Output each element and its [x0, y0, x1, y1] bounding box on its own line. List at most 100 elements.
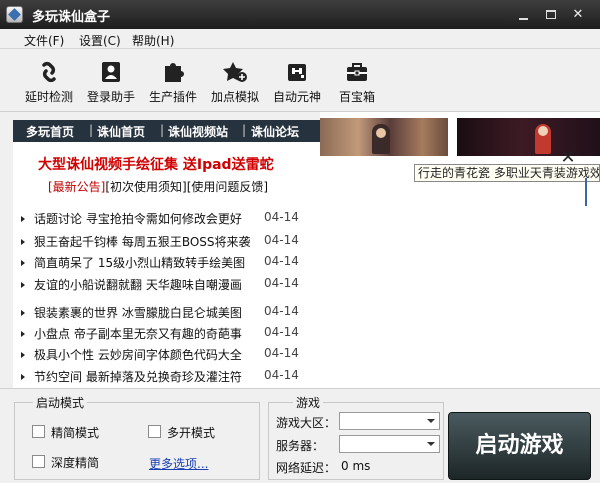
toolbox-button[interactable]: 百宝箱 [325, 60, 389, 110]
multi-open-label: 多开模式 [167, 426, 216, 440]
point-simulator-label: 加点模拟 [210, 90, 259, 104]
bullet-icon [21, 282, 25, 288]
news-sublinks: [最新公告][初次使用须知][使用问题反馈] [48, 178, 268, 195]
auto-spirit-button[interactable]: 自动元神 [265, 60, 329, 110]
news-item[interactable]: 简直萌呆了 15级小烈山精致转手绘美图 04-14 [21, 254, 305, 272]
news-item[interactable]: 极具小个性 云妙房间字体颜色代码大全 04-14 [21, 346, 305, 364]
menu-settings[interactable]: 设置(C) [79, 32, 121, 49]
chevron-down-icon [427, 419, 435, 423]
bullet-icon [21, 352, 25, 358]
game-group-title: 游戏 [293, 394, 324, 411]
news-item-title: 简直萌呆了 15级小烈山精致转手绘美图 [34, 256, 246, 270]
menu-file[interactable]: 文件(F) [24, 32, 64, 49]
bullet-icon [21, 239, 25, 245]
server-select[interactable] [339, 435, 440, 453]
nav-separator: | [89, 123, 94, 137]
news-item-title: 话题讨论 寻宝抢拍令需如何修改会更好 [34, 212, 242, 226]
nav-separator: | [160, 123, 165, 137]
window-title: 多玩诛仙盒子 [32, 10, 111, 25]
bullet-icon [21, 374, 25, 380]
region-label: 游戏大区： [276, 416, 337, 430]
nav-video-site[interactable]: 诛仙视频站 [168, 123, 228, 140]
nav-duowan-home[interactable]: 多玩首页 [26, 123, 74, 140]
app-logo-icon [6, 6, 23, 23]
news-item-date: 04-14 [264, 276, 299, 290]
news-item-date: 04-14 [264, 233, 299, 247]
lite-mode-label: 精简模式 [51, 426, 100, 440]
news-headline[interactable]: 大型诛仙视频手绘征集 送Ipad送雷蛇 [38, 154, 274, 174]
nav-separator: | [242, 123, 247, 137]
menu-bar: 文件(F) 设置(C) 帮助(H) [0, 29, 600, 49]
close-button[interactable]: ✕ [567, 6, 589, 24]
server-label: 服务器： [276, 439, 325, 453]
link-icon [35, 60, 63, 84]
puzzle-icon [159, 60, 187, 84]
news-item[interactable]: 友谊的小船说翻就翻 天华趣味自嘲漫画 04-14 [21, 276, 305, 294]
news-item[interactable]: 节约空间 最新掉落及兑换奇珍及灌注符 04-14 [21, 368, 305, 386]
news-item[interactable]: 银装素裹的世界 冰雪朦胧白昆仑城美图 04-14 [21, 304, 305, 322]
news-item-title: 小盘点 帝子副本里无奈又有趣的奇葩事 [34, 327, 242, 341]
bullet-icon [21, 331, 25, 337]
menu-help[interactable]: 帮助(H) [132, 32, 174, 49]
news-item[interactable]: 话题讨论 寻宝抢拍令需如何修改会更好 04-14 [21, 210, 305, 228]
bullet-icon [21, 310, 25, 316]
more-options-link[interactable]: 更多选项... [149, 455, 208, 472]
launch-mode-group: 启动模式 精简模式 多开模式 深度精简 更多选项... [14, 394, 260, 480]
close-icon: ✕ [572, 7, 584, 22]
minimize-icon [519, 18, 528, 20]
game-group: 游戏 游戏大区： 服务器： 网络延迟： 0 ms [268, 394, 444, 480]
toolbox-icon [343, 60, 371, 84]
news-item-date: 04-14 [264, 210, 299, 224]
point-simulator-button[interactable]: 加点模拟 [203, 60, 267, 110]
news-item[interactable]: 狠王奋起千钧棒 每周五狠王BOSS将来袭 04-14 [21, 233, 305, 251]
first-use-link[interactable]: [初次使用须知] [105, 180, 186, 194]
maximize-button[interactable] [540, 6, 562, 24]
latency-label: 网络延迟： [276, 461, 337, 475]
character-face [538, 126, 548, 136]
promo-thumbnail-1[interactable] [320, 118, 448, 156]
feedback-link[interactable]: [使用问题反馈] [187, 180, 268, 194]
star-plus-icon [221, 60, 249, 84]
news-item-date: 04-14 [264, 304, 299, 318]
nav-zhuxian-home[interactable]: 诛仙首页 [97, 123, 145, 140]
promo-area: ✕ 行走的青花瓷 多职业天青装游戏效果 [320, 112, 600, 388]
multi-open-checkbox[interactable] [148, 425, 161, 438]
production-plugin-label: 生产插件 [148, 90, 197, 104]
latest-notice-link[interactable]: [最新公告] [48, 180, 105, 194]
login-helper-button[interactable]: 登录助手 [79, 60, 143, 110]
robot-icon [283, 60, 311, 84]
latency-check-label: 延时检测 [24, 90, 73, 104]
toolbar: 延时检测 登录助手 生产插件 加点模拟 自动元神 百宝箱 [0, 50, 600, 112]
promo-thumbnail-2[interactable] [457, 118, 600, 156]
login-helper-label: 登录助手 [86, 90, 135, 104]
nav-forum[interactable]: 诛仙论坛 [251, 123, 299, 140]
news-item-date: 04-14 [264, 368, 299, 382]
character-face [376, 128, 386, 138]
toolbox-label: 百宝箱 [338, 90, 375, 104]
news-item-title: 节约空间 最新掉落及兑换奇珍及灌注符 [34, 370, 242, 384]
chevron-down-icon [427, 442, 435, 446]
region-select[interactable] [339, 412, 440, 430]
latency-value: 0 ms [341, 459, 371, 473]
deep-lite-checkbox[interactable] [32, 455, 45, 468]
latency-check-button[interactable]: 延时检测 [17, 60, 81, 110]
news-panel: 大型诛仙视频手绘征集 送Ipad送雷蛇 [最新公告][初次使用须知][使用问题反… [13, 142, 320, 388]
launch-mode-title: 启动模式 [33, 394, 88, 411]
lite-mode-checkbox[interactable] [32, 425, 45, 438]
minimize-button[interactable] [513, 6, 535, 24]
portal-nav: 多玩首页 | 诛仙首页 | 诛仙视频站 | 诛仙论坛 [13, 120, 320, 142]
production-plugin-button[interactable]: 生产插件 [141, 60, 205, 110]
bullet-icon [21, 216, 25, 222]
news-item-date: 04-14 [264, 325, 299, 339]
news-item-title: 友谊的小船说翻就翻 天华趣味自嘲漫画 [34, 278, 242, 292]
maximize-icon [546, 10, 556, 19]
start-game-button[interactable]: 启动游戏 [448, 412, 591, 480]
news-item[interactable]: 小盘点 帝子副本里无奈又有趣的奇葩事 04-14 [21, 325, 305, 343]
promo-tooltip: 行走的青花瓷 多职业天青装游戏效果 [414, 164, 600, 182]
news-item-title: 银装素裹的世界 冰雪朦胧白昆仑城美图 [34, 306, 242, 320]
scroll-indicator[interactable] [585, 178, 587, 206]
deep-lite-label: 深度精简 [51, 456, 100, 470]
news-item-title: 狠王奋起千钧棒 每周五狠王BOSS将来袭 [34, 235, 251, 249]
news-item-date: 04-14 [264, 254, 299, 268]
title-bar[interactable]: 多玩诛仙盒子 ✕ [0, 0, 600, 29]
